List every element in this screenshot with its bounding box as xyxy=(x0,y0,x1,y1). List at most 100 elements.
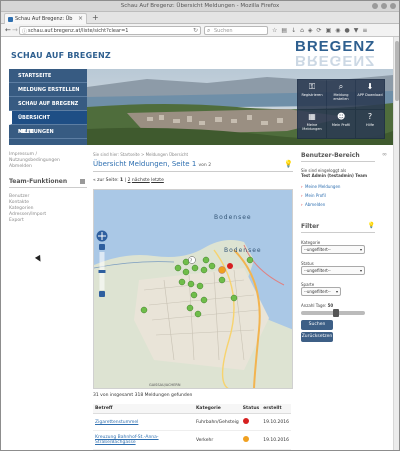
close-tab-icon[interactable]: × xyxy=(78,14,83,24)
pocket-icon[interactable]: ◈ xyxy=(308,26,313,35)
slider-handle[interactable] xyxy=(333,309,339,317)
map-zoom-control[interactable] xyxy=(96,230,108,298)
back-icon[interactable]: ← xyxy=(5,26,11,35)
status-select[interactable]: --ungefiltert-- ▾ xyxy=(301,266,365,275)
map-label-lake: Bodensee xyxy=(214,214,252,221)
pagination: « zur Seite: 1 | 2 nächste letzte xyxy=(93,178,164,183)
search-input[interactable]: ⌕ Suchen xyxy=(204,26,268,35)
report-date: 19.10.2016 xyxy=(261,430,291,450)
tab-title: Schau Auf Bregenz: Üb xyxy=(15,16,73,22)
kategorie-select[interactable]: --ungefiltert-- ▾ xyxy=(301,245,365,254)
maximize-button[interactable] xyxy=(381,3,387,9)
new-tab-icon[interactable]: + xyxy=(92,12,99,24)
table-row[interactable]: Kreuzung Bahnhof-St.-Anna-Straße/Bachgas… xyxy=(93,430,291,450)
navigation-bar: ← → ⓘ schau.auf.bregenz.at/liste/sicht?c… xyxy=(1,24,399,37)
status-badge xyxy=(242,418,249,424)
city-logo[interactable]: BREGENZ BREGENZ xyxy=(295,39,381,69)
nav-startseite[interactable]: STARTSEITE xyxy=(9,69,87,83)
scrollbar-thumb[interactable] xyxy=(395,41,399,101)
search-icon: ⌕ xyxy=(207,27,211,34)
link-mein-profil[interactable]: Mein Profil xyxy=(301,191,375,200)
help-icon: ? xyxy=(367,111,373,121)
close-window-button[interactable] xyxy=(390,3,396,9)
report-link[interactable]: Zigarettenstummel xyxy=(95,420,138,425)
chevron-down-icon: ▾ xyxy=(335,289,338,294)
left-sidebar: Impressum / Nutzungsbedingungen Abmelden… xyxy=(9,152,87,224)
site-brand[interactable]: SCHAU AUF BREGENZ xyxy=(11,51,111,60)
search-button[interactable]: Suchen xyxy=(301,320,333,330)
minimize-button[interactable] xyxy=(372,3,378,9)
download-icon: ⬇ xyxy=(366,82,374,91)
user-links: Meine Meldungen Mein Profil Abmelden xyxy=(301,182,375,209)
reports-table: Betreff Kategorie Status erstellt Zigare… xyxy=(93,404,291,450)
tool-hilfe[interactable]: ? Hilfe xyxy=(356,109,384,138)
pager-next[interactable]: nächste xyxy=(132,178,150,183)
pager-label: « zur Seite: xyxy=(93,178,119,183)
svg-text:?: ? xyxy=(190,258,192,263)
screenshot-icon[interactable]: ▣ xyxy=(326,26,332,35)
lightbulb-icon[interactable]: 💡 xyxy=(368,222,375,229)
info-icon[interactable]: ⓘ xyxy=(22,28,27,34)
download-icon[interactable]: ↓ xyxy=(291,26,296,35)
col-erstellt[interactable]: erstellt xyxy=(261,404,291,414)
reset-button[interactable]: Zurücksetzen xyxy=(301,332,333,342)
link-abmelden-right[interactable]: Abmelden xyxy=(301,200,375,209)
tool-registrieren[interactable]: ⚿ Registrieren xyxy=(298,80,326,109)
browser-window: Schau Auf Bregenz: Übersicht Meldungen -… xyxy=(0,0,400,451)
map-label-area: GAISSAU/ACHERN xyxy=(149,383,181,387)
forward-icon[interactable]: → xyxy=(12,26,18,35)
url-bar[interactable]: ⓘ schau.auf.bregenz.at/liste/sicht?clear… xyxy=(19,26,201,35)
glasses-icon: ∞ xyxy=(382,151,387,158)
pager-page-2[interactable]: 2 xyxy=(128,178,131,183)
home-icon[interactable]: ⌂ xyxy=(300,26,304,35)
pager-last[interactable]: letzte xyxy=(151,178,164,183)
browser-tab[interactable]: Schau Auf Bregenz: Üb × xyxy=(4,13,87,24)
favicon-icon xyxy=(8,17,13,22)
nav-meldung-erstellen[interactable]: MELDUNG ERSTELLEN xyxy=(9,83,87,97)
map-label-lake-2: Bodensee xyxy=(224,247,262,254)
tool-meldung-erstellen[interactable]: ⌕ Meldung erstellen xyxy=(327,80,355,109)
anzahl-tage-value: 50 xyxy=(327,303,334,308)
link-abmelden[interactable]: Abmelden xyxy=(9,164,87,170)
menu-icon[interactable]: ≡ xyxy=(362,26,367,35)
col-kategorie[interactable]: Kategorie xyxy=(193,404,241,414)
map-canvas[interactable]: Bodensee Bodensee GAISSAU/ACHERN ? xyxy=(94,190,293,389)
anzahl-tage-slider[interactable] xyxy=(301,309,365,317)
nav-uebersicht-meldungen[interactable]: ÜBERSICHT MELDUNGEN xyxy=(9,111,87,135)
filter-panel: Filter 💡 Kategorie --ungefiltert-- ▾ Stat… xyxy=(301,222,375,342)
site-header: SCHAU AUF BREGENZ BREGENZ BREGENZ xyxy=(9,37,393,69)
main-content: Sie sind hier: Startseite > Meldungen Üb… xyxy=(93,152,293,450)
extension-icon[interactable]: ◉ xyxy=(335,26,340,35)
tool-mein-profil[interactable]: ☻ Mein Profil xyxy=(327,109,355,138)
sparte-select[interactable]: --ungefiltert-- ▾ xyxy=(301,287,341,296)
addon-icon[interactable]: ● xyxy=(344,26,349,35)
magnifier-icon: ⌕ xyxy=(338,82,344,91)
tool-app-download[interactable]: ⬇ APP Download xyxy=(356,80,384,109)
filter-buttons: Suchen Zurücksetzen xyxy=(301,320,375,342)
pager-current: 1 xyxy=(120,178,124,183)
tool-meine-meldungen[interactable]: ▦ Meine Meldungen xyxy=(298,109,326,138)
window-title: Schau Auf Bregenz: Übersicht Meldungen -… xyxy=(120,3,280,9)
report-link[interactable]: Kreuzung Bahnhof-St.-Anna-Straße/Bachgas… xyxy=(95,435,159,445)
shield-icon[interactable]: ▼ xyxy=(354,26,359,35)
link-meine-meldungen[interactable]: Meine Meldungen xyxy=(301,182,375,191)
team-link-export[interactable]: Export xyxy=(9,218,87,224)
table-row[interactable]: Zigarettenstummel Fuhrbahn/Gehsteig 19.1… xyxy=(93,413,291,431)
bookmark-star-icon[interactable]: ☆ xyxy=(272,26,277,35)
reload-icon[interactable]: ↻ xyxy=(193,27,198,34)
search-placeholder: Suchen xyxy=(214,28,233,34)
status-badge xyxy=(242,436,249,442)
page-content: SCHAU AUF BREGENZ BREGENZ BREGENZ STARTS… xyxy=(1,37,399,450)
nav-schau-auf-bregenz[interactable]: SCHAU AUF BREGENZ xyxy=(9,97,87,111)
toolbar-icons: ☆ ▤ ↓ ⌂ ◈ ⟳ ▣ ◉ ● ▼ ≡ xyxy=(272,26,367,35)
table-header-row: Betreff Kategorie Status erstellt xyxy=(93,404,291,414)
collapse-icon[interactable] xyxy=(80,179,85,184)
lightbulb-icon[interactable]: 💡 xyxy=(284,160,293,168)
anzahl-tage-label: Anzahl Tage: 50 xyxy=(301,303,334,308)
library-icon[interactable]: ▤ xyxy=(281,26,287,35)
col-betreff[interactable]: Betreff xyxy=(93,404,194,414)
col-status[interactable]: Status xyxy=(240,404,262,414)
page-scrollbar[interactable] xyxy=(393,37,399,450)
reports-map[interactable]: Bodensee Bodensee GAISSAU/ACHERN ? xyxy=(93,189,293,389)
sync-icon[interactable]: ⟳ xyxy=(317,26,322,35)
